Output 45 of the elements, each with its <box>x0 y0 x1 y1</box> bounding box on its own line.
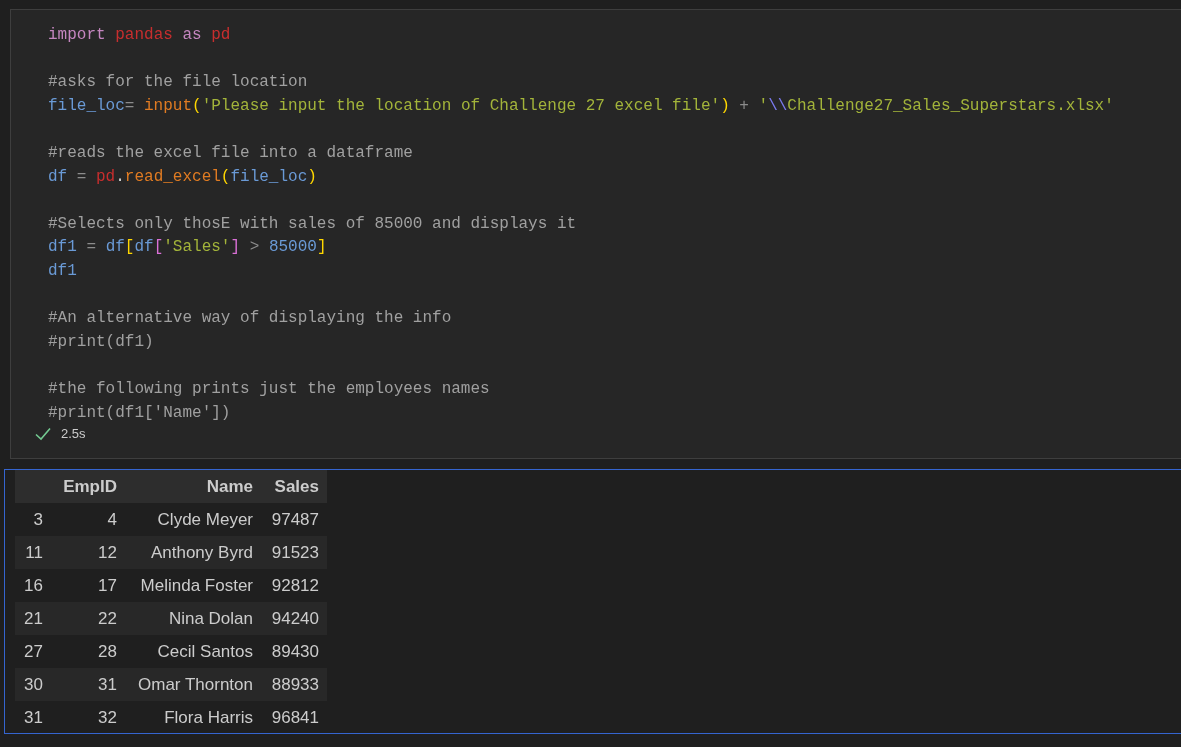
row-index: 21 <box>15 602 49 635</box>
table-cell: 4 <box>49 503 125 536</box>
table-cell: Nina Dolan <box>125 602 261 635</box>
code-line: #Selects only thosE with sales of 85000 and displays it <box>48 213 577 235</box>
code-line: #asks for the file location <box>48 72 308 94</box>
table-cell: 91523 <box>261 536 327 569</box>
code-cell[interactable] <box>10 9 1181 459</box>
table-cell: 28 <box>49 635 125 668</box>
column-header: EmpID <box>49 470 125 503</box>
code-line: df = pd.read_excel(file_loc) <box>48 166 317 188</box>
code-line: #print(df1['Name']) <box>48 402 231 424</box>
column-header: Sales <box>261 470 327 503</box>
execution-time: 2.5s <box>61 426 86 442</box>
table-cell: Omar Thornton <box>125 668 261 701</box>
code-line: #print(df1) <box>48 331 154 353</box>
table-cell: 92812 <box>261 569 327 602</box>
table-cell: 97487 <box>261 503 327 536</box>
code-line: df1 <box>48 260 77 282</box>
row-index: 27 <box>15 635 49 668</box>
code-line: file_loc= input('Please input the location of Challenge 27 excel file') + '\\Challenge27_Sales_Superstars.xlsx' <box>48 95 1114 117</box>
row-index: 30 <box>15 668 49 701</box>
table-cell: Flora Harris <box>125 701 261 734</box>
table-cell: Anthony Byrd <box>125 536 261 569</box>
row-index: 3 <box>15 503 49 536</box>
table-cell: 96841 <box>261 701 327 734</box>
row-index: 31 <box>15 701 49 734</box>
table-cell: Cecil Santos <box>125 635 261 668</box>
table-cell: 94240 <box>261 602 327 635</box>
code-line: #the following prints just the employees names <box>48 378 490 400</box>
table-cell: 22 <box>49 602 125 635</box>
column-header: Name <box>125 470 261 503</box>
table-cell: 31 <box>49 668 125 701</box>
table-cell: 88933 <box>261 668 327 701</box>
table-cell: Melinda Foster <box>125 569 261 602</box>
row-index: 16 <box>15 569 49 602</box>
table-cell: 17 <box>49 569 125 602</box>
code-line: #reads the excel file into a dataframe <box>48 142 413 164</box>
table-cell: 32 <box>49 701 125 734</box>
code-line: #An alternative way of displaying the info <box>48 308 452 330</box>
code-line: df1 = df[df['Sales'] > 85000] <box>48 237 327 259</box>
table-cell: 89430 <box>261 635 327 668</box>
table-cell: 12 <box>49 536 125 569</box>
row-index: 11 <box>15 536 49 569</box>
code-line: import pandas as pd <box>48 25 231 46</box>
table-cell: Clyde Meyer <box>125 503 261 536</box>
